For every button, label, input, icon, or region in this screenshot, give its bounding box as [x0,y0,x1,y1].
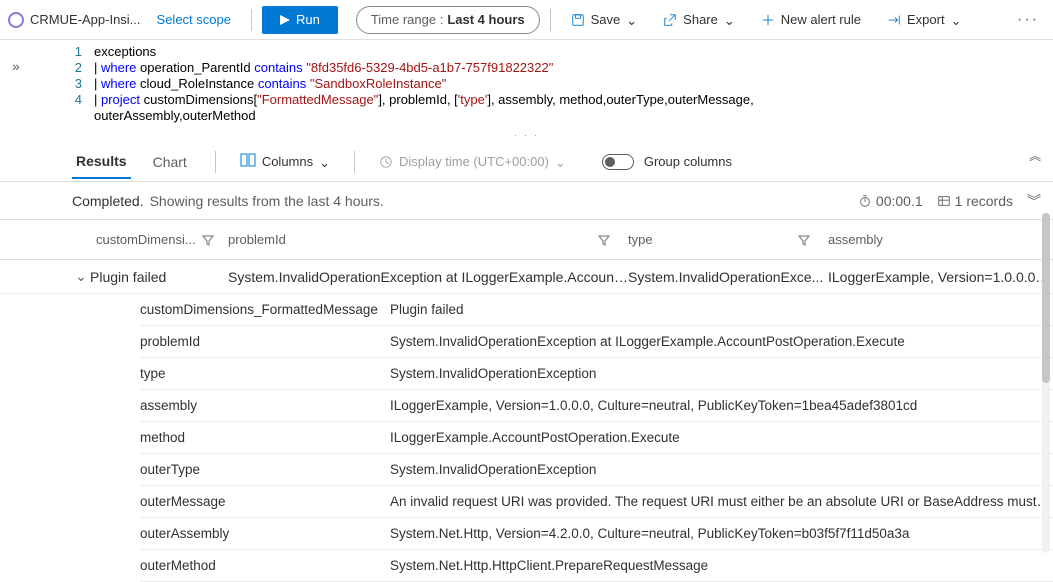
tab-chart[interactable]: Chart [149,146,191,178]
detail-value: System.Net.Http, Version=4.2.0.0, Cultur… [390,526,1053,541]
detail-key: method [140,430,390,445]
time-range-picker[interactable]: Time range : Last 4 hours [356,6,540,34]
share-button[interactable]: Share ⌄ [653,6,745,34]
row-details: customDimensions_FormattedMessagePlugin … [0,294,1053,582]
separator [550,9,551,31]
stopwatch-icon [858,194,872,208]
export-button[interactable]: Export ⌄ [877,6,971,34]
filter-icon[interactable] [202,234,214,246]
columns-label: Columns [262,154,313,169]
run-label: Run [296,12,320,27]
export-icon [887,13,901,27]
chevron-down-icon: ⌄ [626,13,637,29]
columns-icon [240,153,256,170]
detail-value: System.InvalidOperationException [390,462,1053,477]
export-label: Export [907,12,945,27]
play-icon [280,15,290,25]
row-expand-icon[interactable]: ⌄ [72,268,90,285]
detail-row: outerMethodSystem.Net.Http.HttpClient.Pr… [140,550,1053,582]
chevron-down-icon: ⌄ [555,155,566,171]
group-columns-toggle[interactable] [602,154,634,170]
cell-problemid: System.InvalidOperationException at ILog… [228,269,628,285]
detail-row: assemblyILoggerExample, Version=1.0.0.0,… [140,390,1053,422]
duration-value: 00:00.1 [876,193,923,209]
app-title: CRMUE-App-Insi... [30,12,141,27]
vertical-scrollbar[interactable] [1042,213,1050,553]
table-row[interactable]: ⌄ Plugin failed System.InvalidOperationE… [0,260,1053,294]
separator [215,151,216,173]
detail-row: problemIdSystem.InvalidOperationExceptio… [140,326,1053,358]
filter-icon[interactable] [798,234,810,246]
cell-customdimensions: Plugin failed [90,269,228,285]
detail-value: Plugin failed [390,302,1053,317]
app-insights-icon [8,12,24,28]
detail-row: typeSystem.InvalidOperationException [140,358,1053,390]
columns-button[interactable]: Columns ⌄ [240,153,330,170]
expand-all-icon[interactable]: ︾ [1027,191,1041,211]
new-alert-label: New alert rule [781,12,861,27]
scrollbar-thumb[interactable] [1042,213,1050,383]
chevron-down-icon: ⌄ [951,13,962,29]
select-scope-link[interactable]: Select scope [147,8,241,31]
status-bar: Completed. Showing results from the last… [0,182,1053,220]
query-editor[interactable]: 1 2 3 4 exceptions | where operation_Par… [0,40,1053,130]
detail-row: outerTypeSystem.InvalidOperationExceptio… [140,454,1053,486]
time-range-value: Last 4 hours [447,12,524,27]
results-tab-bar: Results Chart Columns ⌄ Display time (UT… [0,142,1053,182]
share-icon [663,13,677,27]
top-toolbar: CRMUE-App-Insi... Select scope Run Time … [0,0,1053,40]
detail-value: An invalid request URI was provided. The… [390,494,1053,509]
detail-key: outerAssembly [140,526,390,541]
query-code[interactable]: exceptions | where operation_ParentId co… [46,44,754,124]
col-header-type[interactable]: type [628,232,653,247]
detail-value: System.InvalidOperationException [390,366,1053,381]
showing-label: Showing results from the last 4 hours. [150,193,384,209]
col-header-assembly[interactable]: assembly [828,232,883,247]
clock-icon [379,155,393,169]
cell-assembly: ILoggerExample, Version=1.0.0.0, C [828,269,1053,285]
col-header-customdimensions[interactable]: customDimensi... [96,232,196,247]
plus-icon [761,13,775,27]
detail-value: ILoggerExample, Version=1.0.0.0, Culture… [390,398,1053,413]
save-icon [571,13,585,27]
save-label: Save [591,12,621,27]
detail-row: methodILoggerExample.AccountPostOperatio… [140,422,1053,454]
separator [354,151,355,173]
detail-row: customDimensions_FormattedMessagePlugin … [140,294,1053,326]
share-label: Share [683,12,718,27]
detail-key: problemId [140,334,390,349]
detail-row: outerMessageAn invalid request URI was p… [140,486,1053,518]
separator [251,9,252,31]
save-button[interactable]: Save ⌄ [561,6,648,34]
collapse-editor-icon[interactable]: ︽ [1029,148,1041,164]
cell-type: System.InvalidOperationExce... [628,269,828,285]
records-icon [937,194,951,208]
col-header-problemid[interactable]: problemId [228,232,286,247]
detail-key: outerMessage [140,494,390,509]
resize-handle[interactable]: · · · [0,130,1053,142]
group-columns-label: Group columns [644,154,732,169]
chevron-down-icon: ⌄ [319,155,330,171]
completed-label: Completed. [72,193,144,209]
run-button[interactable]: Run [262,6,338,34]
detail-key: customDimensions_FormattedMessage [140,302,390,317]
records-value: 1 records [955,193,1013,209]
filter-icon[interactable] [598,234,610,246]
grid-header: customDimensi... problemId type assembly [0,220,1053,260]
line-gutter: 1 2 3 4 [62,44,82,108]
detail-key: assembly [140,398,390,413]
detail-key: outerType [140,462,390,477]
more-menu[interactable]: ··· [1011,11,1045,29]
detail-row: outerAssemblySystem.Net.Http, Version=4.… [140,518,1053,550]
chevron-down-icon: ⌄ [724,13,735,29]
detail-value: ILoggerExample.AccountPostOperation.Exec… [390,430,1053,445]
detail-key: type [140,366,390,381]
detail-value: System.InvalidOperationException at ILog… [390,334,1053,349]
display-time-picker: Display time (UTC+00:00) ⌄ [379,154,566,170]
time-range-label: Time range : [371,12,444,27]
display-time-label: Display time (UTC+00:00) [399,154,549,169]
tab-results[interactable]: Results [72,145,131,179]
new-alert-button[interactable]: New alert rule [751,6,871,34]
